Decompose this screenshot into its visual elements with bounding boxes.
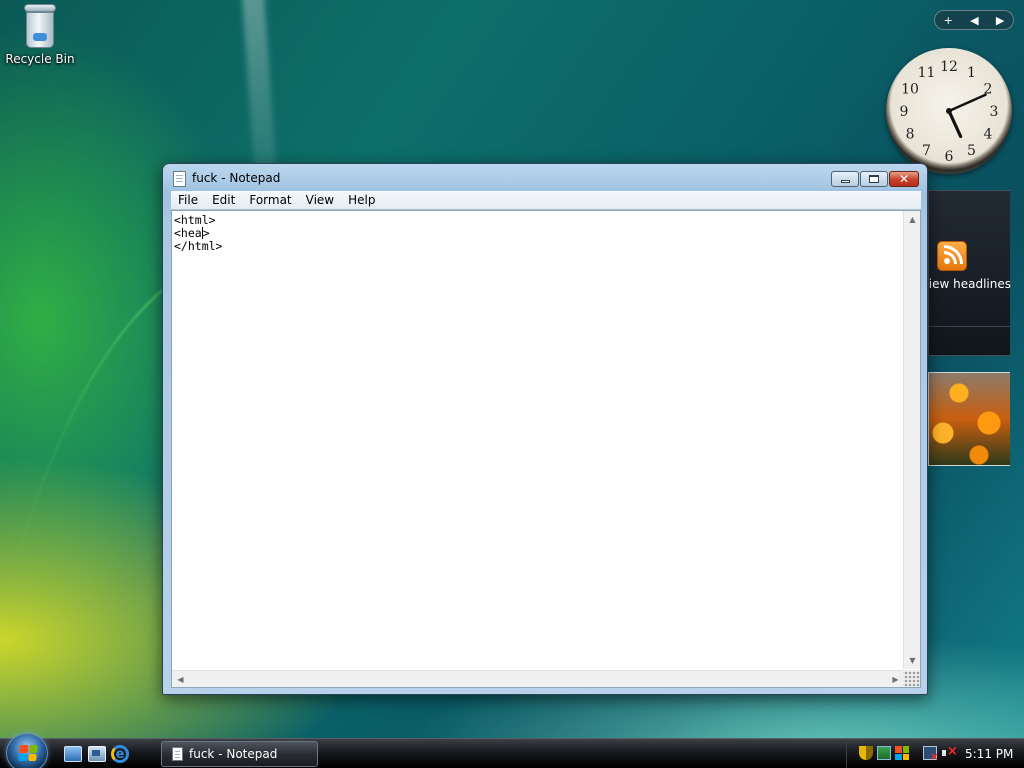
shield-icon[interactable] bbox=[859, 746, 873, 760]
vertical-scrollbar[interactable]: ▲ ▼ bbox=[903, 211, 920, 669]
security-center-icon[interactable] bbox=[877, 746, 891, 760]
sidebar-controls: + ◀ ▶ bbox=[934, 10, 1014, 30]
next-page-button[interactable]: ▶ bbox=[996, 14, 1004, 27]
rss-icon bbox=[937, 241, 967, 271]
clock-numeral: 12 bbox=[940, 59, 958, 75]
minimize-icon bbox=[840, 179, 850, 183]
previous-page-button[interactable]: ◀ bbox=[970, 14, 978, 27]
clock-center bbox=[946, 108, 952, 114]
taskbar-button-notepad[interactable]: fuck - Notepad bbox=[161, 741, 318, 767]
start-button[interactable] bbox=[6, 733, 48, 768]
taskbar-clock[interactable]: 5:11 PM bbox=[965, 747, 1013, 761]
network-disconnected-icon[interactable] bbox=[923, 746, 939, 763]
horizontal-scrollbar[interactable]: ◀ ▶ bbox=[172, 670, 904, 687]
clock-numeral: 9 bbox=[900, 104, 909, 120]
volume-muted-icon[interactable] bbox=[941, 744, 958, 760]
add-gadget-button[interactable]: + bbox=[944, 14, 953, 27]
size-grip[interactable] bbox=[903, 670, 920, 687]
close-icon: ✕ bbox=[898, 172, 910, 186]
clock-numeral: 10 bbox=[901, 82, 919, 98]
clock-minute-hand bbox=[947, 93, 987, 113]
clock-hour-hand bbox=[947, 109, 963, 139]
clock-numeral: 8 bbox=[906, 127, 915, 143]
clock-numeral: 7 bbox=[922, 143, 931, 159]
view-headlines-link[interactable]: View headlines bbox=[929, 277, 1011, 291]
windows-update-icon[interactable] bbox=[895, 746, 909, 760]
menu-bar: File Edit Format View Help bbox=[171, 191, 921, 210]
menu-view[interactable]: View bbox=[299, 193, 341, 207]
menu-edit[interactable]: Edit bbox=[205, 193, 242, 207]
scroll-down-button[interactable]: ▼ bbox=[904, 652, 921, 669]
text-line: <hea> bbox=[174, 226, 210, 240]
text-editor[interactable]: <html> <hea> </html> ▲ ▼ ◀ ▶ bbox=[171, 210, 921, 688]
menu-help[interactable]: Help bbox=[341, 193, 382, 207]
clock-face: 12 1234567891011 bbox=[900, 59, 999, 165]
switch-windows-icon[interactable] bbox=[88, 746, 106, 762]
scroll-up-button[interactable]: ▲ bbox=[904, 211, 921, 228]
feed-headlines-gadget[interactable]: View headlines bbox=[928, 190, 1011, 356]
title-bar[interactable]: fuck - Notepad ✕ bbox=[163, 164, 927, 192]
slide-show-gadget[interactable] bbox=[928, 372, 1010, 466]
clock-numeral: 11 bbox=[918, 65, 936, 81]
system-tray: 5:11 PM bbox=[846, 740, 1024, 768]
clock-numeral: 5 bbox=[967, 143, 976, 159]
windows-logo-icon bbox=[18, 745, 38, 761]
taskbar: e fuck - Notepad 5:11 PM bbox=[0, 733, 1024, 768]
notepad-window: fuck - Notepad ✕ File Edit Format View H… bbox=[162, 163, 928, 695]
menu-file[interactable]: File bbox=[171, 193, 205, 207]
maximize-icon bbox=[869, 175, 879, 183]
clock-gadget[interactable]: 12 1 2 3 4 5 6 7 8 9 10 11 bbox=[886, 48, 1012, 174]
clock-numeral: 1 bbox=[967, 65, 976, 81]
text-line: <html> bbox=[174, 213, 216, 227]
menu-format[interactable]: Format bbox=[242, 193, 298, 207]
desktop-icon-recycle-bin[interactable]: Recycle Bin bbox=[4, 2, 76, 66]
clock-numeral: 3 bbox=[990, 104, 999, 120]
minimize-button[interactable] bbox=[831, 171, 859, 187]
internet-explorer-icon[interactable]: e bbox=[111, 745, 129, 763]
maximize-button[interactable] bbox=[860, 171, 888, 187]
window-title: fuck - Notepad bbox=[192, 171, 281, 185]
clock-numeral: 6 bbox=[945, 149, 954, 165]
taskbar-button-label: fuck - Notepad bbox=[189, 747, 278, 761]
text-line: </html> bbox=[174, 239, 223, 253]
notepad-icon bbox=[172, 747, 183, 761]
notepad-icon[interactable] bbox=[173, 171, 186, 187]
close-button[interactable]: ✕ bbox=[889, 171, 919, 187]
text-content[interactable]: <html> <hea> </html> bbox=[174, 213, 902, 669]
scroll-left-button[interactable]: ◀ bbox=[172, 671, 189, 688]
clock-numeral: 4 bbox=[984, 127, 993, 143]
recycle-bin-icon bbox=[23, 4, 57, 48]
show-desktop-icon[interactable] bbox=[64, 746, 82, 762]
scroll-right-button[interactable]: ▶ bbox=[887, 671, 904, 688]
desktop-icon-label: Recycle Bin bbox=[5, 52, 75, 66]
